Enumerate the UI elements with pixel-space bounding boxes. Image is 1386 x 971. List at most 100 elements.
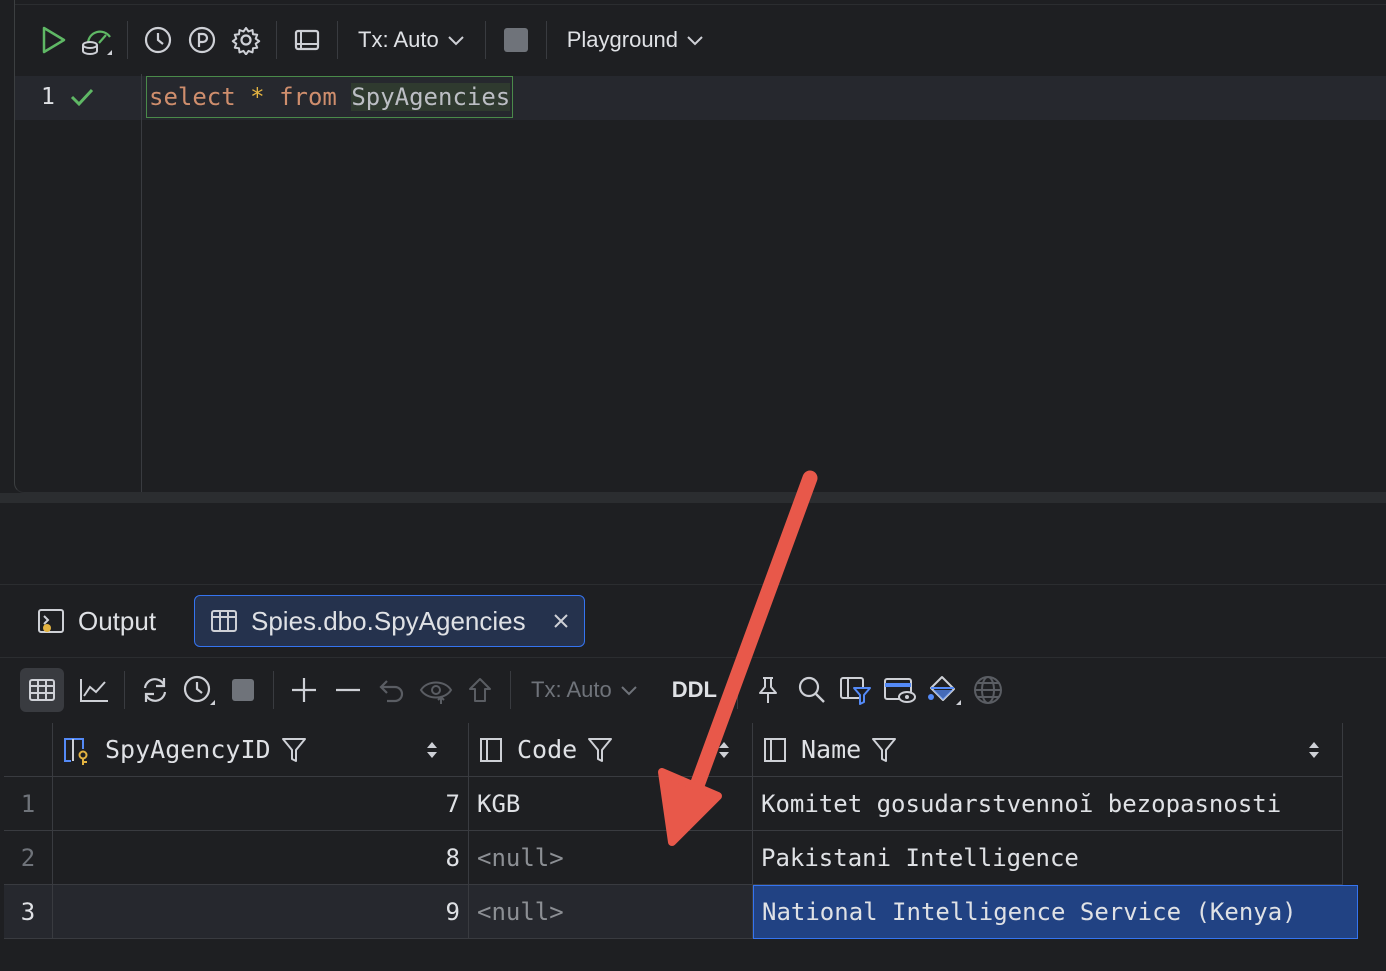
column-name: SpyAgencyID xyxy=(105,735,271,764)
sort-icon[interactable] xyxy=(426,740,438,760)
chart-view-button[interactable] xyxy=(72,668,116,712)
row-number[interactable]: 1 xyxy=(4,777,53,831)
cell-name-selected[interactable]: National Intelligence Service (Kenya) xyxy=(753,885,1358,939)
refresh-icon xyxy=(143,678,167,702)
tab-label: Spies.dbo.SpyAgencies xyxy=(251,605,526,636)
explain-plan-button[interactable] xyxy=(75,18,119,62)
plus-icon xyxy=(292,678,316,702)
toolbar-separator xyxy=(545,21,547,59)
sort-icon[interactable] xyxy=(718,740,730,760)
pane-splitter[interactable] xyxy=(0,493,1386,503)
cell-spyagencyid[interactable]: 8 xyxy=(53,831,469,885)
table-view-button[interactable] xyxy=(20,668,64,712)
toolbar-separator xyxy=(337,21,338,59)
paint-bucket-icon xyxy=(927,676,961,705)
tab-output[interactable]: Output xyxy=(22,595,170,647)
console-icon xyxy=(38,609,64,633)
table-icon xyxy=(211,610,237,632)
revert-button[interactable] xyxy=(370,668,414,712)
parameters-button[interactable] xyxy=(180,18,224,62)
column-header-code[interactable]: Code xyxy=(469,723,753,777)
pin-tab-button[interactable] xyxy=(746,668,790,712)
grid-header-row: SpyAgencyID Code Name xyxy=(4,723,1343,777)
table-icon xyxy=(29,679,55,701)
stop-icon xyxy=(503,28,528,52)
cell-spyagencyid[interactable]: 9 xyxy=(53,885,469,939)
settings-button[interactable] xyxy=(224,18,268,62)
view-mode-button[interactable] xyxy=(878,668,922,712)
transaction-mode-dropdown[interactable]: Tx: Auto xyxy=(519,677,650,703)
preview-changes-button[interactable] xyxy=(414,668,458,712)
transaction-mode-label: Tx: Auto xyxy=(531,677,612,702)
p-circle-icon xyxy=(188,26,216,54)
toolbar-separator xyxy=(124,671,125,709)
tab-spy-agencies[interactable]: Spies.dbo.SpyAgencies xyxy=(194,595,585,647)
editor-pane: Tx: Auto Playground 1 select * from SpyA… xyxy=(0,0,1386,500)
toolbar-separator xyxy=(127,21,128,59)
ddl-button[interactable]: DDL xyxy=(660,677,729,703)
gutter-divider xyxy=(141,74,142,492)
search-icon xyxy=(798,676,825,703)
history-button[interactable] xyxy=(177,668,221,712)
cell-code[interactable]: <null> xyxy=(469,831,753,885)
execute-button[interactable] xyxy=(31,18,75,62)
row-number[interactable]: 2 xyxy=(4,831,53,885)
query-editor[interactable]: Tx: Auto Playground 1 select * from SpyA… xyxy=(14,0,1386,493)
clock-icon xyxy=(144,26,172,54)
cell-color-button[interactable] xyxy=(922,668,966,712)
filter-icon[interactable] xyxy=(281,736,307,764)
cell-name[interactable]: Komitet gosudarstvennoĭ bezopasnosti xyxy=(753,777,1343,831)
cell-code[interactable]: <null> xyxy=(469,885,753,939)
column-header-spyagencyid[interactable]: SpyAgencyID xyxy=(53,723,469,777)
stop-icon xyxy=(232,679,254,701)
toolbar-separator xyxy=(510,671,511,709)
search-button[interactable] xyxy=(790,668,834,712)
table-row[interactable]: 2 8 <null> Pakistani Intelligence xyxy=(4,831,1343,885)
globe-icon xyxy=(973,676,1002,704)
pin-icon xyxy=(758,677,777,703)
filter-columns-button[interactable] xyxy=(834,668,878,712)
panel-layout-icon xyxy=(294,29,320,51)
table-identifier[interactable]: SpyAgencies xyxy=(351,83,511,111)
chevron-down-icon xyxy=(687,36,703,46)
stop-button[interactable] xyxy=(494,18,538,62)
results-tab-bar: Output Spies.dbo.SpyAgencies xyxy=(0,585,1386,658)
keyword-from: from xyxy=(279,83,337,111)
table-row[interactable]: 1 7 KGB Komitet gosudarstvennoĭ bezopasn… xyxy=(4,777,1343,831)
table-row[interactable]: 3 9 <null> National Intelligence Service… xyxy=(4,885,1358,939)
line-number: 1 xyxy=(41,84,55,110)
cell-spyagencyid[interactable]: 7 xyxy=(53,777,469,831)
schema-selector[interactable]: Playground xyxy=(555,27,716,53)
sql-statement[interactable]: select * from SpyAgencies xyxy=(146,76,514,118)
column-icon xyxy=(480,737,502,762)
grid-toolbar: Tx: Auto DDL xyxy=(0,657,1386,723)
submit-button[interactable] xyxy=(458,668,502,712)
cell-code[interactable]: KGB xyxy=(469,777,753,831)
layout-button[interactable] xyxy=(285,18,329,62)
gear-icon xyxy=(231,27,261,55)
refresh-button[interactable] xyxy=(133,668,177,712)
row-number[interactable]: 3 xyxy=(4,885,53,939)
sort-icon[interactable] xyxy=(1308,740,1320,760)
transaction-mode-dropdown[interactable]: Tx: Auto xyxy=(346,27,477,53)
web-view-button[interactable] xyxy=(966,668,1010,712)
row-number-header[interactable] xyxy=(4,723,53,777)
column-name: Name xyxy=(801,735,862,764)
primary-key-column-icon xyxy=(64,737,88,765)
close-icon[interactable] xyxy=(552,612,570,630)
history-button[interactable] xyxy=(136,18,180,62)
add-row-button[interactable] xyxy=(282,668,326,712)
chevron-down-icon xyxy=(448,36,464,46)
schema-label: Playground xyxy=(566,27,679,52)
toolbar-separator xyxy=(273,671,274,709)
column-name: Code xyxy=(517,735,578,764)
stop-button[interactable] xyxy=(221,668,265,712)
delete-row-button[interactable] xyxy=(326,668,370,712)
filter-icon[interactable] xyxy=(871,736,897,764)
cell-name[interactable]: Pakistani Intelligence xyxy=(753,831,1343,885)
filter-icon[interactable] xyxy=(587,736,613,764)
column-header-name[interactable]: Name xyxy=(753,723,1343,777)
arrow-up-icon xyxy=(469,678,491,702)
database-gauge-icon xyxy=(82,30,112,55)
undo-icon xyxy=(379,680,404,703)
